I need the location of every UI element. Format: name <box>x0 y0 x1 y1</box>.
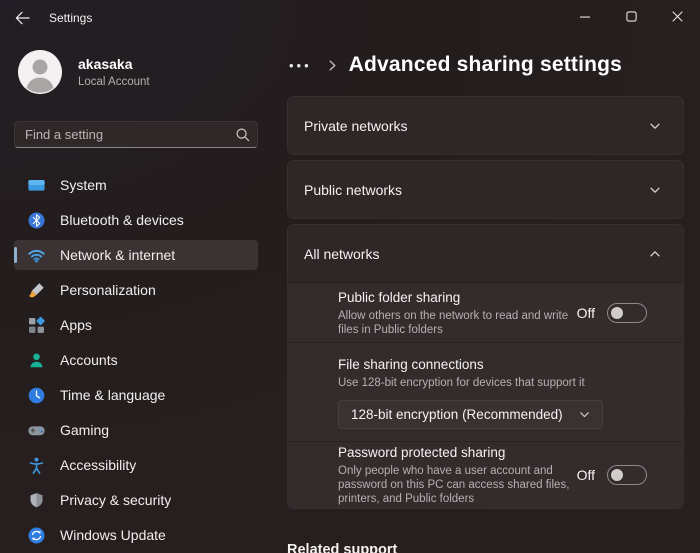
breadcrumb-ellipsis-button[interactable]: ••• <box>287 56 314 75</box>
setting-title: Public folder sharing <box>338 289 577 306</box>
breadcrumb-chevron-icon <box>326 59 339 72</box>
apps-icon <box>27 316 46 335</box>
user-name: akasaka <box>78 56 150 73</box>
sidebar-item-label: Network & internet <box>60 247 175 263</box>
expander-public-networks[interactable]: Public networks <box>287 160 684 219</box>
accounts-icon <box>27 351 46 370</box>
sidebar-item-gaming[interactable]: Gaming <box>14 415 258 445</box>
expander-title: All networks <box>304 246 379 262</box>
close-button[interactable] <box>654 0 700 34</box>
close-icon <box>672 10 683 25</box>
setting-description: Use 128-bit encryption for devices that … <box>338 376 585 390</box>
personalization-icon <box>27 281 46 300</box>
gaming-icon <box>27 421 46 440</box>
chevron-up-icon <box>649 248 661 260</box>
sidebar-item-label: Windows Update <box>60 527 166 543</box>
search-input[interactable] <box>14 121 258 148</box>
sidebar-item-windows-update[interactable]: Windows Update <box>14 520 258 550</box>
minimize-icon <box>580 10 590 25</box>
setting-title: File sharing connections <box>338 356 585 373</box>
sidebar-item-label: Personalization <box>60 282 156 298</box>
setting-password-protected-sharing: Password protected sharing Only people w… <box>288 442 683 508</box>
expander-private-networks[interactable]: Private networks <box>287 96 684 155</box>
maximize-button[interactable] <box>608 0 654 34</box>
toggle-switch[interactable] <box>607 303 647 323</box>
sidebar-item-time-language[interactable]: Time & language <box>14 380 258 410</box>
titlebar: Settings <box>0 0 700 36</box>
search-box <box>14 121 258 148</box>
setting-public-folder-sharing: Public folder sharing Allow others on th… <box>288 283 683 343</box>
back-arrow-icon <box>14 10 30 26</box>
toggle-switch[interactable] <box>607 465 647 485</box>
caption-controls <box>562 0 700 34</box>
chevron-down-icon <box>649 184 661 196</box>
bluetooth-icon <box>27 211 46 230</box>
setting-description: Allow others on the network to read and … <box>338 309 577 337</box>
sidebar-item-accessibility[interactable]: Accessibility <box>14 450 258 480</box>
expander-all-networks-group: All networks Public folder sharing Allow… <box>287 224 684 509</box>
sidebar-item-label: Accounts <box>60 352 118 368</box>
window-title: Settings <box>49 11 92 25</box>
sidebar-item-apps[interactable]: Apps <box>14 310 258 340</box>
setting-title: Password protected sharing <box>338 444 577 461</box>
sidebar-item-label: Time & language <box>60 387 165 403</box>
sidebar-item-privacy-security[interactable]: Privacy & security <box>14 485 258 515</box>
user-account-card[interactable]: akasaka Local Account <box>18 50 254 94</box>
sidebar: akasaka Local Account System Bluetooth &… <box>0 36 272 553</box>
chevron-down-icon <box>649 120 661 132</box>
public-folder-sharing-toggle[interactable]: Off <box>577 303 647 323</box>
system-icon <box>27 176 46 195</box>
network-icon <box>27 246 46 265</box>
setting-file-sharing-connections: File sharing connections Use 128-bit enc… <box>288 343 683 442</box>
page-title: Advanced sharing settings <box>349 53 622 77</box>
setting-description: Only people who have a user account and … <box>338 464 577 506</box>
search-icon[interactable] <box>235 127 250 147</box>
time-language-icon <box>27 386 46 405</box>
chevron-down-icon <box>579 409 590 420</box>
encryption-dropdown[interactable]: 128-bit encryption (Recommended) <box>338 400 603 429</box>
dropdown-selected-value: 128-bit encryption (Recommended) <box>351 407 563 422</box>
sidebar-nav: System Bluetooth & devices Network & int… <box>14 170 258 550</box>
toggle-knob <box>611 469 623 481</box>
toggle-state-label: Off <box>577 467 595 483</box>
sidebar-item-accounts[interactable]: Accounts <box>14 345 258 375</box>
privacy-security-icon <box>27 491 46 510</box>
sidebar-item-label: Gaming <box>60 422 109 438</box>
user-account-type: Local Account <box>78 76 150 88</box>
related-support-heading: Related support <box>287 542 684 553</box>
toggle-state-label: Off <box>577 305 595 321</box>
sidebar-item-label: Apps <box>60 317 92 333</box>
expander-all-networks[interactable]: All networks <box>288 225 683 283</box>
password-protected-sharing-toggle[interactable]: Off <box>577 465 647 485</box>
sidebar-item-network-internet[interactable]: Network & internet <box>14 240 258 270</box>
maximize-icon <box>626 10 637 25</box>
page-header: ••• Advanced sharing settings <box>287 50 684 80</box>
accessibility-icon <box>27 456 46 475</box>
sidebar-item-label: Privacy & security <box>60 492 171 508</box>
main-content: ••• Advanced sharing settings Private ne… <box>287 36 684 553</box>
sidebar-item-label: Bluetooth & devices <box>60 212 184 228</box>
expander-title: Private networks <box>304 118 407 134</box>
expander-title: Public networks <box>304 182 402 198</box>
back-button[interactable] <box>5 3 39 33</box>
toggle-knob <box>611 307 623 319</box>
sidebar-item-bluetooth-devices[interactable]: Bluetooth & devices <box>14 205 258 235</box>
settings-window: Settings akasaka Local Account <box>0 0 700 553</box>
sidebar-item-personalization[interactable]: Personalization <box>14 275 258 305</box>
avatar <box>18 50 62 94</box>
settings-cards: Private networks Public networks All net… <box>287 96 684 553</box>
sidebar-item-system[interactable]: System <box>14 170 258 200</box>
selected-indicator <box>14 247 17 263</box>
windows-update-icon <box>27 526 46 545</box>
minimize-button[interactable] <box>562 0 608 34</box>
sidebar-item-label: Accessibility <box>60 457 136 473</box>
sidebar-item-label: System <box>60 177 107 193</box>
